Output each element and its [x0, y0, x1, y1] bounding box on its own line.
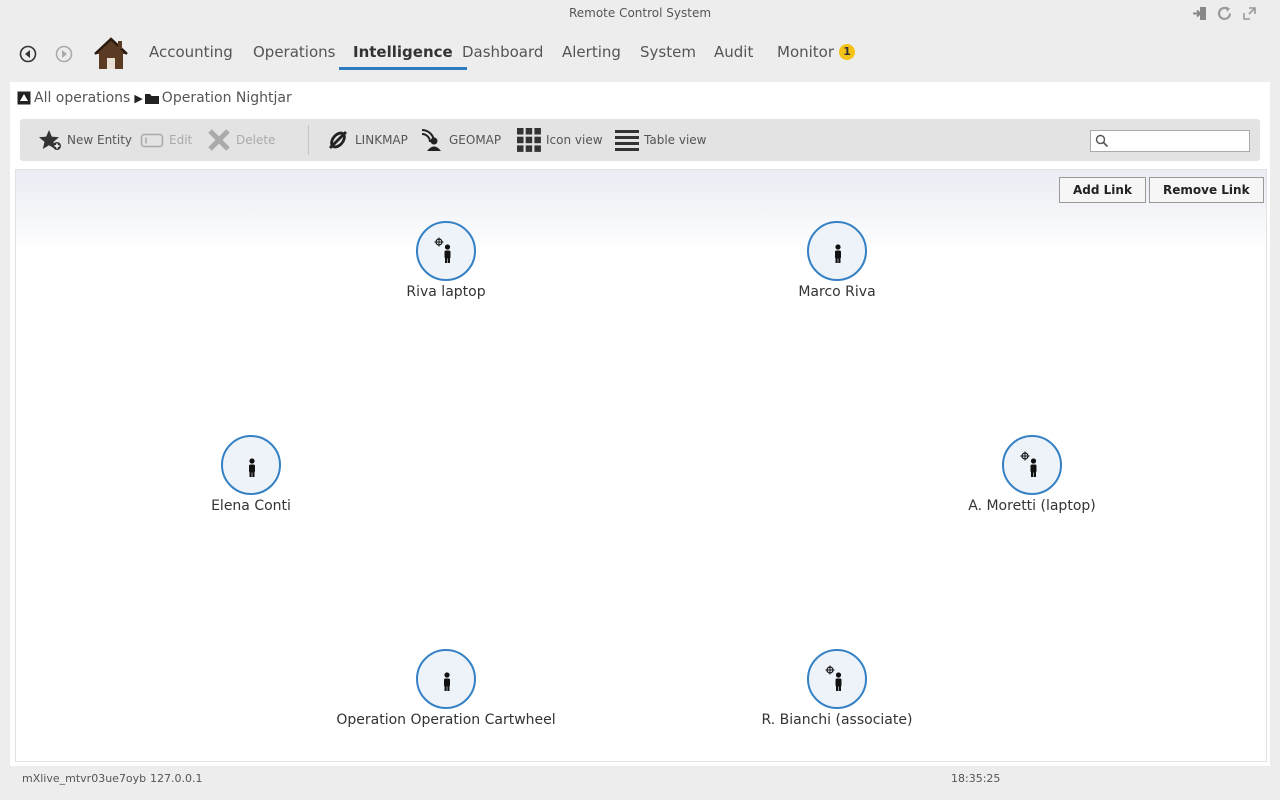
- person-icon: [444, 672, 450, 691]
- entity-node-label: Marco Riva: [798, 284, 876, 300]
- entity-node-label: Elena Conti: [211, 498, 291, 514]
- tab-monitor[interactable]: Monitor 1: [777, 43, 856, 71]
- refresh-icon[interactable]: [1216, 5, 1233, 22]
- person-icon: [835, 244, 841, 263]
- delete-label: Delete: [236, 133, 276, 147]
- notification-badge: 1: [839, 44, 856, 60]
- tab-system[interactable]: System: [640, 43, 696, 71]
- icon-view-label: Icon view: [546, 133, 603, 147]
- linkmap-label: LINKMAP: [355, 133, 408, 147]
- entity-node[interactable]: Marco Riva: [717, 221, 957, 303]
- entity-node[interactable]: Elena Conti: [131, 435, 371, 517]
- main-navigation: Accounting Operations Intelligence Dashb…: [0, 34, 1280, 74]
- clock: 18:35:25: [951, 772, 1001, 785]
- entity-node-circle[interactable]: [221, 435, 281, 495]
- entity-node[interactable]: Riva laptop: [326, 221, 566, 303]
- tab-accounting[interactable]: Accounting: [149, 43, 233, 71]
- entity-node-label: A. Moretti (laptop): [968, 498, 1096, 514]
- search-input[interactable]: [1113, 132, 1245, 150]
- person-icon: [249, 458, 255, 477]
- star-add-icon: [38, 128, 62, 152]
- home-icon[interactable]: [93, 36, 129, 72]
- delete-icon: [207, 128, 231, 152]
- folder-icon: [144, 91, 159, 105]
- icon-view-button[interactable]: Icon view: [517, 127, 603, 153]
- link-icon: [326, 128, 350, 152]
- maximize-icon[interactable]: [1241, 5, 1258, 22]
- geomap-button[interactable]: GEOMAP: [420, 127, 501, 153]
- up-arrow-icon[interactable]: [17, 91, 31, 105]
- entity-node-circle[interactable]: [416, 649, 476, 709]
- tab-monitor-label: Monitor: [777, 43, 835, 61]
- target-person-icon: [1020, 451, 1037, 477]
- edit-label: Edit: [169, 133, 193, 147]
- title-bar: Remote Control System: [0, 0, 1280, 28]
- edit-button[interactable]: Edit: [140, 127, 192, 153]
- entity-node-circle[interactable]: [807, 221, 867, 281]
- toolbar-divider: [308, 125, 309, 155]
- breadcrumb-current-operation[interactable]: Operation Nightjar: [162, 90, 292, 106]
- list-icon: [615, 128, 639, 152]
- entity-node[interactable]: A. Moretti (laptop): [912, 435, 1152, 517]
- table-view-label: Table view: [644, 133, 707, 147]
- add-link-button[interactable]: Add Link: [1059, 177, 1146, 203]
- breadcrumb-separator-icon: ▶: [134, 91, 143, 105]
- edit-icon: [140, 128, 164, 152]
- table-view-button[interactable]: Table view: [615, 127, 706, 153]
- entity-node-label: R. Bianchi (associate): [761, 712, 913, 728]
- entity-node[interactable]: Operation Operation Cartwheel: [326, 649, 566, 731]
- search-box: [1090, 130, 1250, 152]
- new-entity-label: New Entity: [67, 133, 133, 147]
- breadcrumb: All operations ▶ Operation Nightjar: [17, 90, 292, 106]
- back-arrow-icon[interactable]: [19, 45, 37, 63]
- tab-alerting[interactable]: Alerting: [562, 43, 621, 71]
- logout-icon[interactable]: [1191, 5, 1208, 22]
- window-controls: [1191, 5, 1258, 22]
- target-person-icon: [825, 665, 842, 691]
- entity-node-circle[interactable]: [807, 649, 867, 709]
- toolbar: New Entity Edit Delete LINKMAP GEOMAP Ic…: [20, 119, 1260, 161]
- tab-dashboard[interactable]: Dashboard: [462, 43, 543, 71]
- entity-node-circle[interactable]: [416, 221, 476, 281]
- tab-audit[interactable]: Audit: [714, 43, 753, 71]
- session-id: mXlive_mtvr03ue7oyb: [22, 772, 147, 785]
- window-title: Remote Control System: [568, 6, 712, 20]
- grid-icon: [517, 128, 541, 152]
- main-panel: All operations ▶ Operation Nightjar New …: [10, 82, 1270, 766]
- search-icon: [1095, 134, 1109, 148]
- delete-button[interactable]: Delete: [207, 127, 275, 153]
- remove-link-button[interactable]: Remove Link: [1149, 177, 1264, 203]
- linkmap-button[interactable]: LINKMAP: [326, 127, 408, 153]
- entity-node[interactable]: R. Bianchi (associate): [717, 649, 957, 731]
- entity-node-circle[interactable]: [1002, 435, 1062, 495]
- forward-arrow-icon[interactable]: [55, 45, 73, 63]
- geomap-icon: [420, 128, 444, 152]
- tab-intelligence[interactable]: Intelligence: [339, 43, 467, 71]
- breadcrumb-all-operations[interactable]: All operations: [34, 90, 130, 106]
- new-entity-button[interactable]: New Entity: [38, 127, 132, 153]
- entity-node-label: Riva laptop: [406, 284, 486, 300]
- entity-node-label: Operation Operation Cartwheel: [336, 712, 556, 728]
- tab-operations[interactable]: Operations: [253, 43, 335, 71]
- status-bar: mXlive_mtvr03ue7oyb 127.0.0.1 18:35:25: [0, 768, 1280, 790]
- ip-address: 127.0.0.1: [150, 772, 203, 785]
- geomap-label: GEOMAP: [449, 133, 502, 147]
- link-map-canvas[interactable]: Add Link Remove Link Riva laptop Marco R…: [15, 169, 1267, 762]
- target-person-icon: [434, 237, 451, 263]
